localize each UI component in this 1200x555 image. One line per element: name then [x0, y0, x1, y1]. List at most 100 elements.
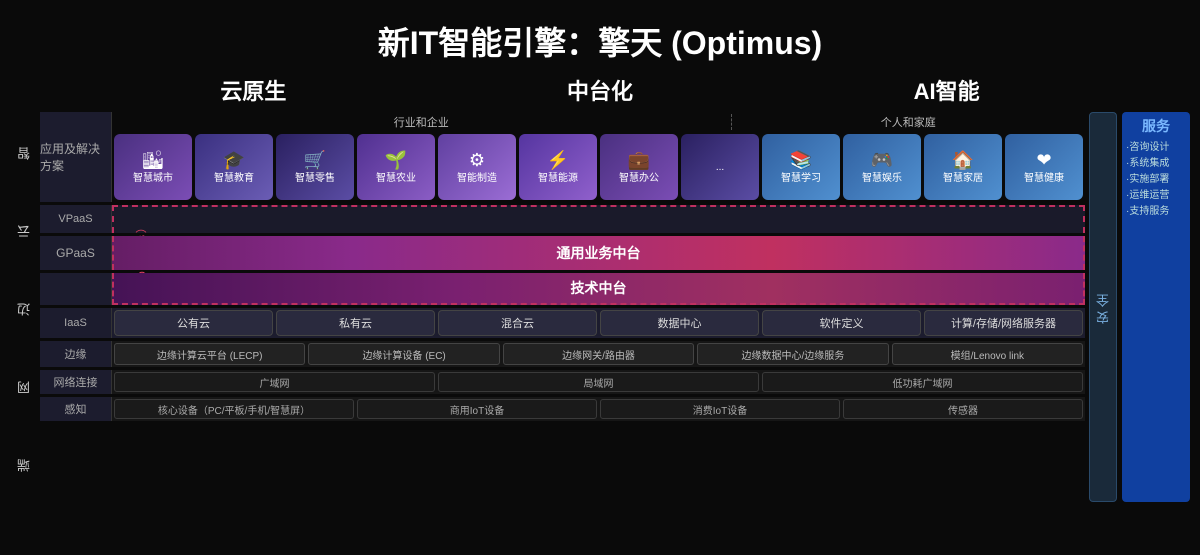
edge-gateway: 边缘网关/路由器 [503, 343, 694, 365]
left-label-cloud: 云 [15, 221, 34, 238]
app-card-energy: ⚡ 智慧能源 [519, 134, 597, 200]
home-icon: 🏠 [952, 150, 974, 171]
energy-icon: ⚡ [547, 150, 569, 171]
app-card-manufacturing: ⚙ 智能制造 [438, 134, 516, 200]
education-icon: 🎓 [223, 150, 245, 171]
service-item-consulting: ·咨询设计 [1126, 140, 1186, 156]
industry-header: 行业和企业 [112, 114, 732, 130]
edge-ec: 边缘计算设备 (EC) [308, 343, 499, 365]
gpaas-row: GPaaS 通用业务中台 [40, 236, 1085, 270]
learning-icon: 📚 [790, 150, 812, 171]
safety-column: 安全 [1089, 112, 1117, 502]
sense-sensors: 传感器 [843, 399, 1083, 419]
iaas-hybrid-cloud: 混合云 [438, 310, 597, 336]
sense-core-devices: 核心设备（PC/平板/手机/智慧屏） [114, 399, 354, 419]
tech-label-spacer [40, 273, 112, 305]
health-icon: ❤ [1036, 150, 1051, 171]
app-card-learning: 📚 智慧学习 [762, 134, 840, 200]
home-label: 智慧家居 [943, 173, 983, 185]
apps-row: 应用及解决方案 行业和企业 个人和家庭 🏙 智慧城市 🎓 智慧教育 [40, 112, 1085, 202]
iaas-datacenter: 数据中心 [600, 310, 759, 336]
sense-label: 感知 [40, 397, 112, 421]
edge-lenovo: 模组/Lenovo link [892, 343, 1083, 365]
vpaas-label: VPaaS [40, 205, 112, 233]
service-item-operations: ·运维运营 [1126, 188, 1186, 204]
network-label: 网络连接 [40, 370, 112, 394]
edge-lecp: 边缘计算云平台 (LECP) [114, 343, 305, 365]
apps-label: 应用及解决方案 [40, 112, 112, 202]
apps-icons-row: 🏙 智慧城市 🎓 智慧教育 🛒 智慧零售 🌱 智慧农业 [112, 132, 1085, 202]
app-card-more: ... [681, 134, 759, 200]
network-lan: 局域网 [438, 372, 759, 392]
right-panel: 安全 服务 ·咨询设计 ·系统集成 ·实施部署 ·运维运营 ·支持服务 [1089, 112, 1190, 502]
page-title: 新IT智能引擎：擎天 (Optimus) [0, 0, 1200, 74]
app-card-retail: 🛒 智慧零售 [276, 134, 354, 200]
more-label: ... [716, 162, 724, 174]
education-label: 智慧教育 [214, 173, 254, 185]
apps-sub-header: 行业和企业 个人和家庭 [112, 112, 1085, 132]
iaas-public-cloud: 公有云 [114, 310, 273, 336]
agriculture-icon: 🌱 [385, 150, 407, 171]
col-header-ai: AI智能 [914, 74, 980, 106]
network-lpwan: 低功耗广域网 [762, 372, 1083, 392]
left-label-terminal: 端 [15, 455, 34, 472]
energy-label: 智慧能源 [538, 173, 578, 185]
office-label: 智慧办公 [619, 173, 659, 185]
iaas-row: IaaS 公有云 私有云 混合云 数据中心 软件定义 计算/存储/网络服务器 [40, 308, 1085, 338]
left-labels: 智 云 边 网 端 [10, 112, 38, 502]
gpaas-content: 通用业务中台 [112, 236, 1085, 270]
entertainment-icon: 🎮 [871, 150, 893, 171]
app-card-agriculture: 🌱 智慧农业 [357, 134, 435, 200]
service-item-support: ·支持服务 [1126, 204, 1186, 220]
left-label-edge: 边 [15, 299, 34, 316]
col-header-cloud: 云原生 [220, 74, 286, 106]
left-label-smart: 智 [15, 143, 34, 160]
tech-platform-row: 技术中台 [40, 273, 1085, 305]
service-header: 服务 [1126, 116, 1186, 136]
personal-header: 个人和家庭 [732, 114, 1085, 130]
safety-label: 安全 [1094, 290, 1113, 324]
iaas-software-defined: 软件定义 [762, 310, 921, 336]
vpaas-row: VPaaS 擎天（Optimus） [40, 205, 1085, 233]
gpaas-label: GPaaS [40, 236, 112, 270]
city-icon: 🏙 [142, 150, 165, 171]
service-column: 服务 ·咨询设计 ·系统集成 ·实施部署 ·运维运营 ·支持服务 [1122, 112, 1190, 502]
edge-label: 边缘 [40, 341, 112, 367]
network-wan: 广域网 [114, 372, 435, 392]
app-card-health: ❤ 智慧健康 [1005, 134, 1083, 200]
app-card-education: 🎓 智慧教育 [195, 134, 273, 200]
iaas-private-cloud: 私有云 [276, 310, 435, 336]
service-item-integration: ·系统集成 [1126, 156, 1186, 172]
app-card-city: 🏙 智慧城市 [114, 134, 192, 200]
sense-content: 核心设备（PC/平板/手机/智慧屏） 商用IoT设备 消费IoT设备 传感器 [112, 397, 1085, 421]
app-card-office: 💼 智慧办公 [600, 134, 678, 200]
main-content: 应用及解决方案 行业和企业 个人和家庭 🏙 智慧城市 🎓 智慧教育 [40, 112, 1085, 502]
edge-content: 边缘计算云平台 (LECP) 边缘计算设备 (EC) 边缘网关/路由器 边缘数据… [112, 341, 1085, 367]
office-icon: 💼 [628, 150, 650, 171]
agriculture-label: 智慧农业 [376, 173, 416, 185]
entertainment-label: 智慧娱乐 [862, 173, 902, 185]
sense-row: 感知 核心设备（PC/平板/手机/智慧屏） 商用IoT设备 消费IoT设备 传感… [40, 397, 1085, 421]
network-content: 广域网 局域网 低功耗广域网 [112, 370, 1085, 394]
iaas-label: IaaS [40, 308, 112, 338]
sense-commercial-iot: 商用IoT设备 [357, 399, 597, 419]
iaas-content: 公有云 私有云 混合云 数据中心 软件定义 计算/存储/网络服务器 [112, 308, 1085, 338]
manufacturing-icon: ⚙ [469, 150, 485, 171]
apps-content: 行业和企业 个人和家庭 🏙 智慧城市 🎓 智慧教育 🛒 智慧零 [112, 112, 1085, 202]
sense-consumer-iot: 消费IoT设备 [600, 399, 840, 419]
city-label: 智慧城市 [133, 173, 173, 185]
learning-label: 智慧学习 [781, 173, 821, 185]
iaas-compute: 计算/存储/网络服务器 [924, 310, 1083, 336]
retail-icon: 🛒 [304, 150, 326, 171]
tech-platform-content: 技术中台 [112, 273, 1085, 305]
col-header-middle: 中台化 [567, 74, 633, 106]
health-label: 智慧健康 [1024, 173, 1064, 185]
app-card-entertainment: 🎮 智慧娱乐 [843, 134, 921, 200]
edge-row: 边缘 边缘计算云平台 (LECP) 边缘计算设备 (EC) 边缘网关/路由器 边… [40, 341, 1085, 367]
edge-datacenter: 边缘数据中心/边缘服务 [697, 343, 888, 365]
app-card-home: 🏠 智慧家居 [924, 134, 1002, 200]
left-label-network: 网 [15, 377, 34, 394]
manufacturing-label: 智能制造 [457, 173, 497, 185]
service-item-deployment: ·实施部署 [1126, 172, 1186, 188]
service-items: ·咨询设计 ·系统集成 ·实施部署 ·运维运营 ·支持服务 [1126, 140, 1186, 220]
